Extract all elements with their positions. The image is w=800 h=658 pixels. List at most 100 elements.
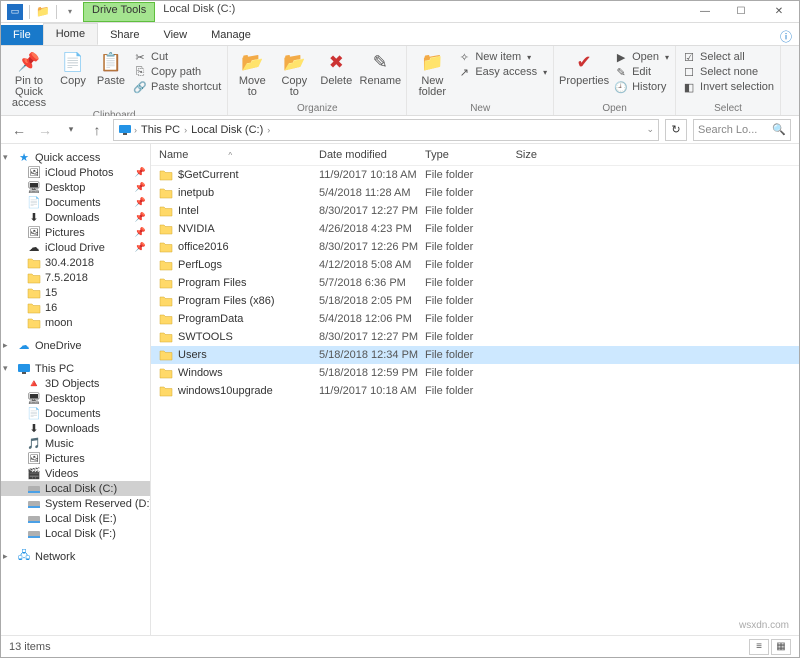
expand-icon[interactable]: ▸ <box>3 340 13 351</box>
ribbon-help-icon[interactable]: ⓘ <box>773 28 799 45</box>
copy-path-button[interactable]: ⎘Copy path <box>133 66 221 78</box>
nav-quick-item-9[interactable]: 16 <box>1 300 150 315</box>
nav-pc-item-0[interactable]: 🔺3D Objects <box>1 376 150 391</box>
file-row[interactable]: Intel8/30/2017 12:27 PMFile folder <box>151 202 799 220</box>
col-type[interactable]: Type <box>425 149 495 161</box>
file-row[interactable]: PerfLogs4/12/2018 5:08 AMFile folder <box>151 256 799 274</box>
nav-label: Quick access <box>35 152 100 164</box>
file-type: File folder <box>425 385 495 397</box>
recent-dropdown[interactable]: ▾ <box>61 124 81 135</box>
open-button[interactable]: ▶Open▾ <box>614 51 669 63</box>
close-button[interactable]: ✕ <box>759 1 799 22</box>
up-button[interactable]: ↑ <box>87 122 107 138</box>
file-row[interactable]: ProgramData5/4/2018 12:06 PMFile folder <box>151 310 799 328</box>
new-item-button[interactable]: ✧New item▾ <box>457 51 547 63</box>
edit-button[interactable]: ✎Edit <box>614 66 669 78</box>
nav-pc-item-5[interactable]: 🖼Pictures <box>1 451 150 466</box>
onedrive-icon: ☁ <box>17 339 31 352</box>
expand-icon[interactable]: ▾ <box>3 363 13 374</box>
cut-button[interactable]: ✂Cut <box>133 51 221 63</box>
nav-pc-item-4[interactable]: 🎵Music <box>1 436 150 451</box>
file-row[interactable]: Program Files5/7/2018 6:36 PMFile folder <box>151 274 799 292</box>
address-bar[interactable]: › This PC › Local Disk (C:) › ⌄ <box>113 119 659 141</box>
tab-manage[interactable]: Manage <box>199 25 263 45</box>
paste-button[interactable]: 📋 Paste <box>95 48 127 87</box>
delete-button[interactable]: ✖ Delete <box>318 48 354 87</box>
nav-quick-item-2[interactable]: 📄Documents📌 <box>1 195 150 210</box>
nav-quick-item-5[interactable]: ☁iCloud Drive📌 <box>1 240 150 255</box>
new-folder-button[interactable]: 📁 New folder <box>413 48 451 98</box>
select-all-button[interactable]: ☑Select all <box>682 51 774 63</box>
file-row[interactable]: $GetCurrent11/9/2017 10:18 AMFile folder <box>151 166 799 184</box>
easy-access-button[interactable]: ↗Easy access▾ <box>457 66 547 78</box>
new-folder-icon[interactable]: 📁 <box>36 5 50 19</box>
nav-pc-item-7[interactable]: Local Disk (C:) <box>1 481 150 496</box>
copy-to-button[interactable]: 📂 Copy to <box>276 48 312 98</box>
refresh-button[interactable]: ↻ <box>665 119 687 141</box>
nav-pc-item-2[interactable]: 📄Documents <box>1 406 150 421</box>
file-row[interactable]: Program Files (x86)5/18/2018 2:05 PMFile… <box>151 292 799 310</box>
file-row[interactable]: inetpub5/4/2018 11:28 AMFile folder <box>151 184 799 202</box>
nav-quick-item-0[interactable]: 🖼iCloud Photos📌 <box>1 165 150 180</box>
nav-network[interactable]: ▸🖧Network <box>1 549 150 564</box>
nav-pc-item-8[interactable]: System Reserved (D:) <box>1 496 150 511</box>
crumb-drive[interactable]: Local Disk (C:) <box>189 124 265 136</box>
expand-icon[interactable]: ▾ <box>3 152 13 163</box>
nav-pc-item-3[interactable]: ⬇Downloads <box>1 421 150 436</box>
nav-quick-item-10[interactable]: moon <box>1 315 150 330</box>
view-thumbnails-button[interactable]: ▦ <box>771 639 791 655</box>
nav-label: Local Disk (E:) <box>45 513 117 525</box>
move-to-button[interactable]: 📂 Move to <box>234 48 270 98</box>
file-row[interactable]: NVIDIA4/26/2018 4:23 PMFile folder <box>151 220 799 238</box>
file-row[interactable]: Windows5/18/2018 12:59 PMFile folder <box>151 364 799 382</box>
pin-to-quick-button[interactable]: 📌 Pin to Quick access <box>7 48 51 109</box>
paste-shortcut-button[interactable]: 🔗Paste shortcut <box>133 81 221 93</box>
minimize-button[interactable]: — <box>687 1 723 22</box>
file-row[interactable]: SWTOOLS8/30/2017 12:27 PMFile folder <box>151 328 799 346</box>
file-name: Users <box>178 349 207 361</box>
folder-icon <box>27 286 41 299</box>
col-size[interactable]: Size <box>495 149 545 161</box>
nav-quick-item-3[interactable]: ⬇Downloads📌 <box>1 210 150 225</box>
nav-quick-item-1[interactable]: 🖥Desktop📌 <box>1 180 150 195</box>
nav-pc-item-10[interactable]: Local Disk (F:) <box>1 526 150 541</box>
history-button[interactable]: 🕘History <box>614 81 669 93</box>
crumb-thispc[interactable]: This PC <box>139 124 182 136</box>
tab-file[interactable]: File <box>1 25 43 45</box>
col-date[interactable]: Date modified <box>319 149 425 161</box>
tab-drive-tools[interactable]: Drive Tools <box>83 2 155 22</box>
nav-pc-item-1[interactable]: 🖥Desktop <box>1 391 150 406</box>
file-date: 5/18/2018 12:34 PM <box>319 349 425 361</box>
expand-icon[interactable]: ▸ <box>3 551 13 562</box>
qat-dropdown-icon[interactable]: ▾ <box>63 5 77 19</box>
file-row[interactable]: office20168/30/2017 12:26 PMFile folder <box>151 238 799 256</box>
view-details-button[interactable]: ≡ <box>749 639 769 655</box>
nav-pc-item-6[interactable]: 🎬Videos <box>1 466 150 481</box>
col-name[interactable]: Name^ <box>151 149 319 161</box>
copy-button[interactable]: 📄 Copy <box>57 48 89 87</box>
tab-view[interactable]: View <box>151 25 199 45</box>
back-button[interactable]: ← <box>9 122 29 138</box>
address-dropdown-icon[interactable]: ⌄ <box>646 124 654 135</box>
nav-label: System Reserved (D:) <box>45 498 151 510</box>
search-box[interactable]: Search Lo... 🔍 <box>693 119 791 141</box>
tab-home[interactable]: Home <box>43 23 98 45</box>
tab-share[interactable]: Share <box>98 25 151 45</box>
nav-quick-item-7[interactable]: 7.5.2018 <box>1 270 150 285</box>
select-none-button[interactable]: ☐Select none <box>682 66 774 78</box>
rename-button[interactable]: ✎ Rename <box>360 48 400 87</box>
properties-button[interactable]: ✔ Properties <box>560 48 608 87</box>
maximize-button[interactable]: ☐ <box>723 1 759 22</box>
nav-pc-item-9[interactable]: Local Disk (E:) <box>1 511 150 526</box>
nav-onedrive[interactable]: ▸☁OneDrive <box>1 338 150 353</box>
nav-quick-item-4[interactable]: 🖼Pictures📌 <box>1 225 150 240</box>
nav-quick-item-6[interactable]: 30.4.2018 <box>1 255 150 270</box>
file-row[interactable]: windows10upgrade11/9/2017 10:18 AMFile f… <box>151 382 799 400</box>
nav-this-pc[interactable]: ▾This PC <box>1 361 150 376</box>
nav-quick-item-8[interactable]: 15 <box>1 285 150 300</box>
nav-label: 15 <box>45 287 57 299</box>
forward-button[interactable]: → <box>35 122 55 138</box>
invert-selection-button[interactable]: ◧Invert selection <box>682 81 774 93</box>
file-row[interactable]: Users5/18/2018 12:34 PMFile folder <box>151 346 799 364</box>
nav-quick-access[interactable]: ▾★Quick access <box>1 150 150 165</box>
